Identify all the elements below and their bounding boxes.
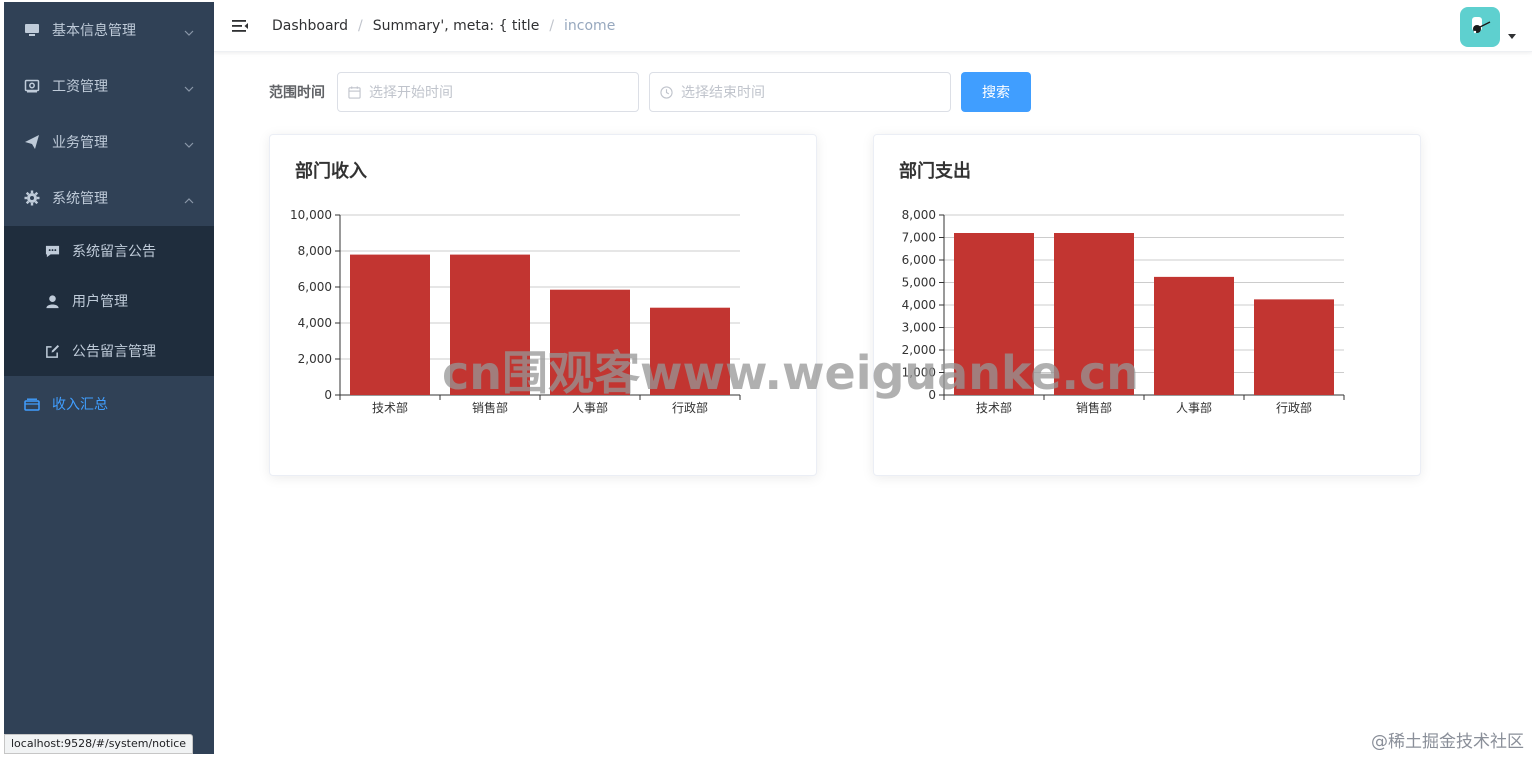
bar bbox=[650, 307, 730, 395]
paper-plane-icon bbox=[22, 132, 42, 152]
bar bbox=[550, 289, 630, 395]
breadcrumb-item-current: income bbox=[564, 17, 616, 34]
sidebar-item-basic-info[interactable]: 基本信息管理 bbox=[4, 2, 214, 58]
sidebar-item-label: 业务管理 bbox=[52, 135, 108, 151]
y-tick-label: 2,000 bbox=[902, 343, 936, 357]
y-tick-label: 8,000 bbox=[298, 244, 332, 258]
bar bbox=[450, 254, 530, 395]
end-date-input[interactable]: 选择结束时间 bbox=[649, 72, 951, 112]
breadcrumb-separator: / bbox=[549, 17, 555, 34]
bar bbox=[350, 254, 430, 395]
sidebar-item-label: 收入汇总 bbox=[52, 397, 108, 413]
user-menu[interactable] bbox=[1460, 7, 1516, 47]
sidebar-subitem-label: 用户管理 bbox=[72, 294, 128, 310]
income-chart-card: 部门收入 0 2,000 4,000 6,000 8,000 10,000 技术部 销售部 人事… bbox=[269, 134, 817, 476]
date-range-filter: 范围时间 选择开始时间 选择结束时间 搜索 bbox=[269, 72, 1031, 112]
app-root: 基本信息管理 工资管理 业务管理 系统管理 系统留言公告 用户管理 公告留言管理… bbox=[0, 0, 1532, 758]
main-content: Dashboard / Summary', meta: { title / in… bbox=[214, 0, 1532, 758]
sidebar-subitem-label: 系统留言公告 bbox=[72, 244, 156, 260]
sidebar-item-label: 基本信息管理 bbox=[52, 23, 136, 39]
sidebar-item-system[interactable]: 系统管理 bbox=[4, 170, 214, 226]
income-bar-chart: 0 2,000 4,000 6,000 8,000 10,000 技术部 销售部 人事部 行政部 bbox=[290, 208, 741, 415]
avatar[interactable] bbox=[1460, 7, 1500, 47]
y-tick-label: 6,000 bbox=[902, 253, 936, 267]
y-tick-label: 8,000 bbox=[902, 208, 936, 222]
bar bbox=[1054, 233, 1134, 395]
chevron-down-icon bbox=[184, 24, 194, 40]
y-tick-label: 7,000 bbox=[902, 231, 936, 245]
x-tick-label: 行政部 bbox=[672, 400, 708, 415]
y-tick-label: 1,000 bbox=[902, 366, 936, 380]
chevron-down-icon bbox=[184, 80, 194, 96]
y-tick-label: 4,000 bbox=[298, 316, 332, 330]
chat-icon bbox=[42, 241, 62, 261]
chevron-up-icon bbox=[184, 192, 194, 208]
corner-watermark: @稀土掘金技术社区 bbox=[1371, 732, 1524, 752]
y-tick-label: 2,000 bbox=[298, 352, 332, 366]
x-tick-label: 销售部 bbox=[472, 400, 508, 415]
submenu-system: 系统留言公告 用户管理 公告留言管理 bbox=[4, 226, 214, 376]
navbar: Dashboard / Summary', meta: { title / in… bbox=[214, 0, 1532, 52]
x-tick-label: 技术部 bbox=[976, 400, 1012, 415]
sidebar-item-income-summary[interactable]: 收入汇总 bbox=[4, 376, 214, 432]
breadcrumb-separator: / bbox=[357, 17, 363, 34]
x-tick-label: 销售部 bbox=[1076, 400, 1112, 415]
wallet-icon bbox=[22, 76, 42, 96]
sidebar: 基本信息管理 工资管理 业务管理 系统管理 系统留言公告 用户管理 公告留言管理… bbox=[4, 2, 214, 754]
sidebar-subitem-notice[interactable]: 系统留言公告 bbox=[4, 226, 214, 276]
y-tick-label: 0 bbox=[324, 388, 332, 402]
sidebar-item-label: 系统管理 bbox=[52, 191, 108, 207]
expense-chart-card: 部门支出 0 1,000 2,000 3,000 4,000 5,000 6,000 7,00… bbox=[873, 134, 1421, 476]
bar bbox=[954, 233, 1034, 395]
bar bbox=[1254, 299, 1334, 395]
hamburger-icon[interactable] bbox=[230, 16, 250, 36]
bar bbox=[1154, 276, 1234, 395]
x-tick-label: 人事部 bbox=[1176, 400, 1212, 415]
sidebar-subitem-users[interactable]: 用户管理 bbox=[4, 276, 214, 326]
sidebar-subitem-label: 公告留言管理 bbox=[72, 344, 156, 360]
expense-bar-chart: 0 1,000 2,000 3,000 4,000 5,000 6,000 7,000 8,00… bbox=[902, 208, 1345, 415]
gear-icon bbox=[22, 188, 42, 208]
sidebar-item-label: 工资管理 bbox=[52, 79, 108, 95]
y-tick-label: 5,000 bbox=[902, 276, 936, 290]
clock-icon bbox=[660, 85, 673, 99]
folder-icon bbox=[22, 394, 42, 414]
filter-label: 范围时间 bbox=[269, 85, 325, 101]
y-tick-label: 10,000 bbox=[290, 208, 332, 222]
sidebar-subitem-message-admin[interactable]: 公告留言管理 bbox=[4, 326, 214, 376]
sidebar-item-salary[interactable]: 工资管理 bbox=[4, 58, 214, 114]
end-date-placeholder: 选择结束时间 bbox=[681, 85, 765, 101]
y-tick-label: 0 bbox=[928, 388, 936, 402]
x-tick-label: 人事部 bbox=[572, 400, 608, 415]
breadcrumb: Dashboard / Summary', meta: { title / in… bbox=[272, 18, 615, 34]
caret-down-icon[interactable] bbox=[1508, 24, 1516, 43]
y-tick-label: 6,000 bbox=[298, 280, 332, 294]
x-tick-label: 技术部 bbox=[372, 400, 408, 415]
y-tick-label: 4,000 bbox=[902, 298, 936, 312]
breadcrumb-item[interactable]: Summary', meta: { title bbox=[373, 18, 540, 34]
monitor-icon bbox=[22, 20, 42, 40]
x-tick-label: 行政部 bbox=[1276, 400, 1312, 415]
chevron-down-icon bbox=[184, 136, 194, 152]
y-tick-label: 3,000 bbox=[902, 321, 936, 335]
browser-status-url: localhost:9528/#/system/notice bbox=[4, 734, 194, 754]
search-button[interactable]: 搜索 bbox=[961, 72, 1031, 112]
edit-icon bbox=[42, 341, 62, 361]
calendar-icon bbox=[348, 85, 361, 99]
user-icon bbox=[42, 291, 62, 311]
start-date-placeholder: 选择开始时间 bbox=[369, 85, 453, 101]
sidebar-item-business[interactable]: 业务管理 bbox=[4, 114, 214, 170]
start-date-input[interactable]: 选择开始时间 bbox=[337, 72, 639, 112]
breadcrumb-item[interactable]: Dashboard bbox=[272, 18, 348, 34]
